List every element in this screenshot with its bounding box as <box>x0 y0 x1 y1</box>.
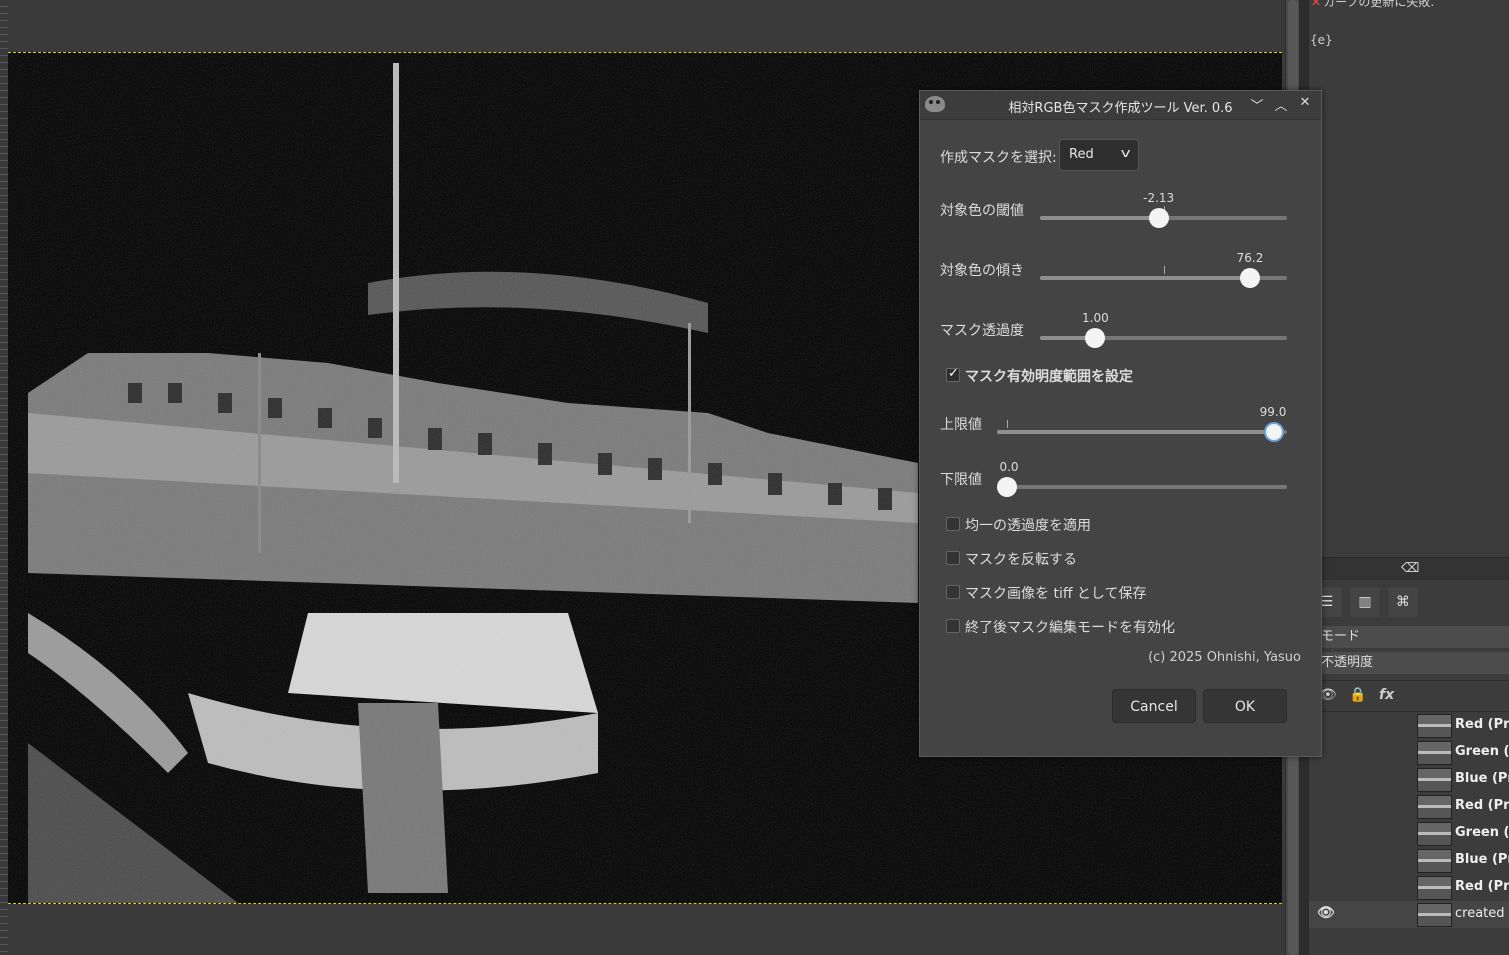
mask-opacity-label: マスク透過度 <box>940 323 1024 339</box>
threshold-slider[interactable]: -2.13 <box>1040 191 1287 237</box>
invert-mask-label[interactable]: マスクを反転する <box>965 549 1077 569</box>
mask-edit-mode-checkbox[interactable] <box>946 619 960 633</box>
slider-fill <box>1040 216 1159 220</box>
slider-track <box>997 485 1287 489</box>
layer-name: Blue (Prv <box>1455 771 1509 786</box>
upper-limit-value: 99.0 <box>1259 405 1287 419</box>
slider-knob[interactable] <box>1148 208 1169 228</box>
channels-tab-icon[interactable]: ▥ <box>1349 586 1381 618</box>
cancel-button[interactable]: Cancel <box>1112 689 1196 723</box>
console-toolbar: ⌫ <box>1309 557 1509 580</box>
slider-knob[interactable] <box>1085 328 1106 348</box>
slider-fill <box>997 430 1275 434</box>
slope-slider[interactable]: 76.2 <box>1040 251 1287 297</box>
upper-limit-slider[interactable]: 99.0 <box>997 405 1287 451</box>
slider-start-mark <box>1007 420 1008 428</box>
error-message: ✕ カーブの更新に失敗. <box>1311 0 1434 10</box>
lower-limit-slider[interactable]: 0.0 <box>997 460 1287 506</box>
rgb-mask-tool-dialog: 相対RGB色マスク作成ツール Ver. 0.6 ﹀ ︿ ✕ 作成マスクを選択: … <box>919 90 1322 757</box>
fx-icon[interactable]: fx <box>1379 687 1394 703</box>
mask-select-value: Red <box>1069 147 1094 162</box>
mask-select-dropdown[interactable]: Red v <box>1059 139 1139 171</box>
error-message-text: カーブの更新に失敗. <box>1323 0 1435 9</box>
uniform-opacity-label[interactable]: 均一の透過度を適用 <box>965 515 1091 535</box>
paths-tab-icon[interactable]: ⌘ <box>1387 586 1419 618</box>
layer-thumbnail <box>1417 714 1452 738</box>
error-icon: ✕ <box>1311 0 1322 9</box>
layer-lock-toolbar: 👁 🔒 fx <box>1309 680 1509 712</box>
layer-row[interactable]: Red (Prv <box>1309 793 1509 820</box>
error-code: {e} <box>1310 33 1333 47</box>
opacity-field[interactable]: 不透明度 <box>1317 652 1509 674</box>
layer-name: Green (P <box>1455 744 1509 759</box>
slider-knob[interactable] <box>1264 422 1285 442</box>
layer-row[interactable]: Green (P <box>1309 820 1509 847</box>
layer-name: Green (P <box>1455 825 1509 840</box>
threshold-label: 対象色の閾値 <box>940 203 1024 219</box>
ok-button[interactable]: OK <box>1203 689 1287 723</box>
brightness-range-label[interactable]: マスク有効明度範囲を設定 <box>965 366 1133 386</box>
layer-row[interactable]: Green (P <box>1309 739 1509 766</box>
layer-name: Blue (Prv <box>1455 852 1509 867</box>
layer-thumbnail <box>1417 768 1452 792</box>
dialog-titlebar[interactable]: 相対RGB色マスク作成ツール Ver. 0.6 ﹀ ︿ ✕ <box>920 91 1321 120</box>
layer-thumbnail <box>1417 849 1452 873</box>
opacity-label: 不透明度 <box>1321 655 1374 670</box>
layer-name: Red (Prv <box>1455 879 1509 894</box>
save-tiff-checkbox[interactable] <box>946 585 960 599</box>
mode-label: モード <box>1321 629 1361 644</box>
layer-row[interactable]: 👁 created r <box>1309 901 1509 928</box>
lower-limit-value: 0.0 <box>999 460 1019 474</box>
copyright-text: (c) 2025 Ohnishi, Yasuo <box>1148 650 1301 665</box>
mask-opacity-slider[interactable]: 1.00 <box>1040 311 1287 357</box>
invert-mask-checkbox[interactable] <box>946 551 960 565</box>
uniform-opacity-checkbox[interactable] <box>946 517 960 531</box>
slider-center-mark <box>1163 266 1165 274</box>
layer-name: created r <box>1455 906 1509 921</box>
layer-thumbnail <box>1417 795 1452 819</box>
layer-name: Red (Prv <box>1455 798 1509 813</box>
layer-thumbnail <box>1417 741 1452 765</box>
mask-opacity-value: 1.00 <box>1082 311 1109 325</box>
slope-value: 76.2 <box>1236 251 1264 265</box>
upper-limit-label: 上限値 <box>940 417 982 433</box>
right-dock-panel: ✕ カーブの更新に失敗. {e} ⌫ ☰ ▥ ⌘ モード 不透明度 👁 🔒 fx … <box>1309 0 1509 955</box>
slider-knob[interactable] <box>1239 268 1260 288</box>
slope-label: 対象色の傾き <box>940 263 1024 279</box>
threshold-value: -2.13 <box>1143 191 1175 205</box>
layer-name: Red (Prv <box>1455 717 1509 732</box>
layer-row[interactable]: Red (Prv <box>1309 712 1509 739</box>
maximize-icon[interactable]: ︿ <box>1272 95 1290 114</box>
layer-row[interactable]: Blue (Prv <box>1309 766 1509 793</box>
layer-thumbnail <box>1417 822 1452 846</box>
mask-edit-mode-label[interactable]: 終了後マスク編集モードを有効化 <box>965 617 1175 637</box>
mask-select-label: 作成マスクを選択: <box>940 150 1057 166</box>
layer-row[interactable]: Red (Prv <box>1309 874 1509 901</box>
clear-icon[interactable]: ⌫ <box>1401 561 1419 576</box>
layer-thumbnail <box>1417 876 1452 900</box>
close-icon[interactable]: ✕ <box>1296 95 1314 110</box>
layer-thumbnail <box>1417 903 1452 927</box>
left-ruler <box>0 0 8 955</box>
minimize-icon[interactable]: ﹀ <box>1248 95 1266 114</box>
lower-limit-label: 下限値 <box>940 472 982 488</box>
slider-knob[interactable] <box>997 477 1017 497</box>
dock-tabs: ☰ ▥ ⌘ <box>1309 582 1509 622</box>
layer-visibility-eye-icon[interactable]: 👁 <box>1317 905 1335 921</box>
slider-fill <box>1040 276 1250 280</box>
mode-field[interactable]: モード <box>1317 626 1509 648</box>
save-tiff-label[interactable]: マスク画像を tiff として保存 <box>965 583 1147 603</box>
lock-icon[interactable]: 🔒 <box>1349 687 1366 703</box>
brightness-range-checkbox[interactable] <box>946 366 960 382</box>
chevron-down-icon: v <box>1120 146 1131 160</box>
layer-row[interactable]: Blue (Prv <box>1309 847 1509 874</box>
